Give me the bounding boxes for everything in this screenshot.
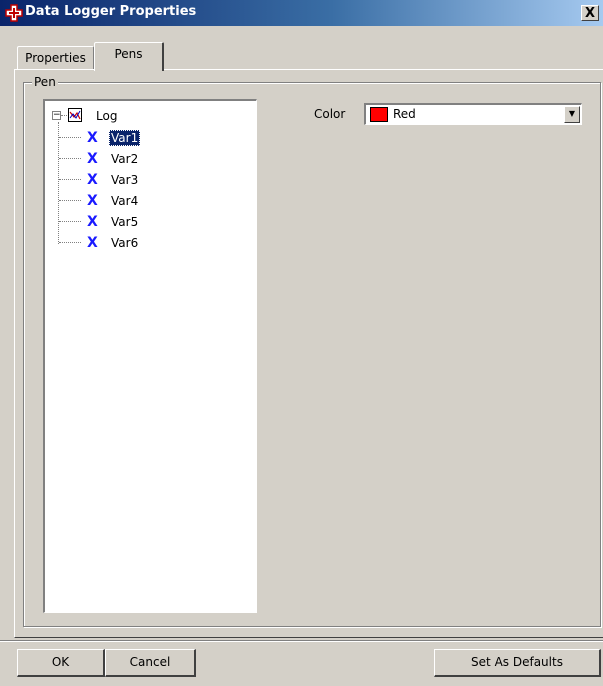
color-dropdown[interactable]: Red ▼ xyxy=(364,103,582,125)
tree-connector-line xyxy=(59,137,81,138)
chevron-down-icon[interactable]: ▼ xyxy=(564,106,580,123)
set-as-defaults-button[interactable]: Set As Defaults xyxy=(434,649,601,677)
pen-group-legend: Pen xyxy=(32,74,58,90)
tab-pens-label: Pens xyxy=(114,47,143,61)
close-icon: X xyxy=(584,6,596,21)
tab-properties-label: Properties xyxy=(25,51,86,65)
tree-connector-line xyxy=(59,221,81,222)
variable-x-icon: X xyxy=(87,151,98,167)
chart-icon xyxy=(68,108,82,122)
tree-connector-line xyxy=(59,242,81,243)
variable-x-icon: X xyxy=(87,172,98,188)
app-icon xyxy=(5,4,23,22)
pen-tree-view[interactable]: − Log X Var1 X Var2 X Var3 X Var4 X Var5… xyxy=(43,99,257,613)
ok-button[interactable]: OK xyxy=(17,649,105,677)
tree-item-label: Var2 xyxy=(111,152,139,166)
color-value: Red xyxy=(393,107,416,121)
tree-connector-line xyxy=(59,158,81,159)
tree-connector-line xyxy=(59,179,81,180)
variable-x-icon: X xyxy=(87,235,98,251)
color-label: Color xyxy=(314,107,346,121)
set-as-defaults-label: Set As Defaults xyxy=(471,655,563,669)
title-bar[interactable]: Data Logger Properties X xyxy=(0,0,603,26)
cancel-button[interactable]: Cancel xyxy=(105,649,196,677)
tree-connector-line xyxy=(59,200,81,201)
variable-x-icon: X xyxy=(87,130,98,146)
window-title: Data Logger Properties xyxy=(25,4,197,19)
tree-connector-line xyxy=(58,122,59,244)
tree-connector-line xyxy=(61,115,67,116)
close-button[interactable]: X xyxy=(581,5,599,21)
collapse-icon[interactable]: − xyxy=(52,111,61,120)
button-separator xyxy=(0,640,603,642)
variable-x-icon: X xyxy=(87,214,98,230)
ok-button-label: OK xyxy=(51,655,70,669)
variable-x-icon: X xyxy=(87,193,98,209)
tree-root-log[interactable]: Log xyxy=(96,108,117,124)
tab-properties[interactable]: Properties xyxy=(17,46,94,69)
tab-pens[interactable]: Pens xyxy=(94,42,164,71)
tree-item-label: Var4 xyxy=(111,194,139,208)
tree-item-label: Var1 xyxy=(109,130,141,146)
color-swatch xyxy=(370,107,388,122)
tree-item-label: Var5 xyxy=(111,215,139,229)
tree-item-label: Var3 xyxy=(111,173,139,187)
cancel-button-label: Cancel xyxy=(129,655,171,669)
tree-item-label: Var6 xyxy=(111,236,139,250)
